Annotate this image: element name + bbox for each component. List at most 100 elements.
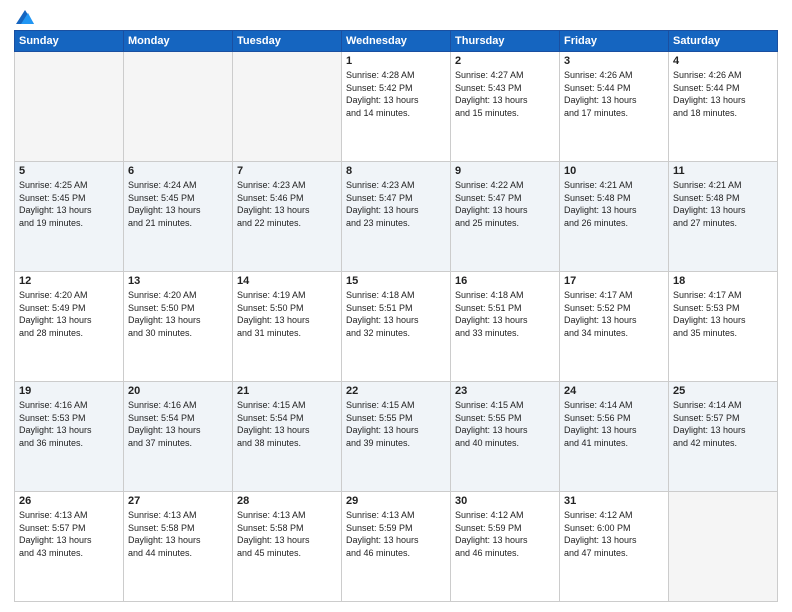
day-info: Sunrise: 4:15 AM Sunset: 5:54 PM Dayligh…: [237, 399, 337, 449]
calendar-cell: 22 Sunrise: 4:15 AM Sunset: 5:55 PM Dayli…: [342, 382, 451, 492]
day-info: Sunrise: 4:13 AM Sunset: 5:58 PM Dayligh…: [128, 509, 228, 559]
day-info: Sunrise: 4:15 AM Sunset: 5:55 PM Dayligh…: [455, 399, 555, 449]
calendar-cell: 9 Sunrise: 4:22 AM Sunset: 5:47 PM Daylig…: [451, 162, 560, 272]
day-number: 18: [673, 275, 773, 287]
calendar-cell: 20 Sunrise: 4:16 AM Sunset: 5:54 PM Dayli…: [124, 382, 233, 492]
calendar-cell: 6 Sunrise: 4:24 AM Sunset: 5:45 PM Daylig…: [124, 162, 233, 272]
calendar-cell: 18 Sunrise: 4:17 AM Sunset: 5:53 PM Dayli…: [669, 272, 778, 382]
day-number: 7: [237, 165, 337, 177]
calendar-cell: 24Sunrise: 4:14 AM Sunset: 5:56 PM Dayli…: [560, 382, 669, 492]
day-info: Sunrise: 4:20 AM Sunset: 5:50 PM Dayligh…: [128, 289, 228, 339]
day-info: Sunrise: 4:16 AM Sunset: 5:54 PM Dayligh…: [128, 399, 228, 449]
calendar-cell: [669, 492, 778, 602]
calendar-cell: 15Sunrise: 4:18 AM Sunset: 5:51 PM Dayli…: [342, 272, 451, 382]
day-number: 5: [19, 165, 119, 177]
day-info: Sunrise: 4:14 AM Sunset: 5:57 PM Dayligh…: [673, 399, 773, 449]
calendar-week-row: 12 Sunrise: 4:20 AM Sunset: 5:49 PM Dayli…: [15, 272, 778, 382]
day-number: 28: [237, 495, 337, 507]
calendar-cell: 30 Sunrise: 4:12 AM Sunset: 5:59 PM Dayli…: [451, 492, 560, 602]
day-number: 8: [346, 165, 446, 177]
calendar-cell: 29 Sunrise: 4:13 AM Sunset: 5:59 PM Dayli…: [342, 492, 451, 602]
day-info: Sunrise: 4:13 AM Sunset: 5:57 PM Dayligh…: [19, 509, 119, 559]
calendar-cell: [15, 52, 124, 162]
calendar-cell: 23 Sunrise: 4:15 AM Sunset: 5:55 PM Dayli…: [451, 382, 560, 492]
header: [14, 10, 778, 24]
calendar-cell: 14 Sunrise: 4:19 AM Sunset: 5:50 PM Dayli…: [233, 272, 342, 382]
calendar-cell: 31Sunrise: 4:12 AM Sunset: 6:00 PM Dayli…: [560, 492, 669, 602]
logo: [14, 10, 34, 24]
day-info: Sunrise: 4:22 AM Sunset: 5:47 PM Dayligh…: [455, 179, 555, 229]
day-number: 20: [128, 385, 228, 397]
calendar-cell: 21Sunrise: 4:15 AM Sunset: 5:54 PM Dayli…: [233, 382, 342, 492]
calendar-cell: [233, 52, 342, 162]
calendar-cell: 27 Sunrise: 4:13 AM Sunset: 5:58 PM Dayli…: [124, 492, 233, 602]
calendar-table: SundayMondayTuesdayWednesdayThursdayFrid…: [14, 30, 778, 602]
calendar-cell: 5 Sunrise: 4:25 AM Sunset: 5:45 PM Daylig…: [15, 162, 124, 272]
day-number: 22: [346, 385, 446, 397]
day-info: Sunrise: 4:13 AM Sunset: 5:58 PM Dayligh…: [237, 509, 337, 559]
day-number: 27: [128, 495, 228, 507]
calendar-cell: 2 Sunrise: 4:27 AM Sunset: 5:43 PM Daylig…: [451, 52, 560, 162]
day-number: 12: [19, 275, 119, 287]
calendar-cell: 25 Sunrise: 4:14 AM Sunset: 5:57 PM Dayli…: [669, 382, 778, 492]
day-number: 23: [455, 385, 555, 397]
day-number: 29: [346, 495, 446, 507]
day-info: Sunrise: 4:26 AM Sunset: 5:44 PM Dayligh…: [564, 69, 664, 119]
day-info: Sunrise: 4:16 AM Sunset: 5:53 PM Dayligh…: [19, 399, 119, 449]
day-number: 25: [673, 385, 773, 397]
day-number: 30: [455, 495, 555, 507]
day-info: Sunrise: 4:26 AM Sunset: 5:44 PM Dayligh…: [673, 69, 773, 119]
calendar-week-row: 1Sunrise: 4:28 AM Sunset: 5:42 PM Daylig…: [15, 52, 778, 162]
day-info: Sunrise: 4:18 AM Sunset: 5:51 PM Dayligh…: [455, 289, 555, 339]
day-info: Sunrise: 4:23 AM Sunset: 5:46 PM Dayligh…: [237, 179, 337, 229]
day-info: Sunrise: 4:12 AM Sunset: 5:59 PM Dayligh…: [455, 509, 555, 559]
day-info: Sunrise: 4:15 AM Sunset: 5:55 PM Dayligh…: [346, 399, 446, 449]
day-info: Sunrise: 4:23 AM Sunset: 5:47 PM Dayligh…: [346, 179, 446, 229]
day-info: Sunrise: 4:18 AM Sunset: 5:51 PM Dayligh…: [346, 289, 446, 339]
calendar-cell: 7 Sunrise: 4:23 AM Sunset: 5:46 PM Daylig…: [233, 162, 342, 272]
day-number: 11: [673, 165, 773, 177]
day-info: Sunrise: 4:24 AM Sunset: 5:45 PM Dayligh…: [128, 179, 228, 229]
day-info: Sunrise: 4:13 AM Sunset: 5:59 PM Dayligh…: [346, 509, 446, 559]
calendar-cell: 28 Sunrise: 4:13 AM Sunset: 5:58 PM Dayli…: [233, 492, 342, 602]
calendar-cell: 13 Sunrise: 4:20 AM Sunset: 5:50 PM Dayli…: [124, 272, 233, 382]
calendar-cell: 26Sunrise: 4:13 AM Sunset: 5:57 PM Dayli…: [15, 492, 124, 602]
calendar-cell: 11Sunrise: 4:21 AM Sunset: 5:48 PM Dayli…: [669, 162, 778, 272]
calendar-week-row: 26Sunrise: 4:13 AM Sunset: 5:57 PM Dayli…: [15, 492, 778, 602]
day-info: Sunrise: 4:17 AM Sunset: 5:53 PM Dayligh…: [673, 289, 773, 339]
calendar-cell: 17Sunrise: 4:17 AM Sunset: 5:52 PM Dayli…: [560, 272, 669, 382]
day-info: Sunrise: 4:21 AM Sunset: 5:48 PM Dayligh…: [564, 179, 664, 229]
calendar-cell: [124, 52, 233, 162]
calendar-cell: 8 Sunrise: 4:23 AM Sunset: 5:47 PM Daylig…: [342, 162, 451, 272]
calendar-cell: 1Sunrise: 4:28 AM Sunset: 5:42 PM Daylig…: [342, 52, 451, 162]
day-number: 10: [564, 165, 664, 177]
day-number: 16: [455, 275, 555, 287]
calendar-cell: 10 Sunrise: 4:21 AM Sunset: 5:48 PM Dayli…: [560, 162, 669, 272]
day-header-friday: Friday: [560, 31, 669, 52]
logo-triangle-icon: [16, 10, 34, 24]
day-number: 13: [128, 275, 228, 287]
day-info: Sunrise: 4:25 AM Sunset: 5:45 PM Dayligh…: [19, 179, 119, 229]
day-number: 14: [237, 275, 337, 287]
day-info: Sunrise: 4:12 AM Sunset: 6:00 PM Dayligh…: [564, 509, 664, 559]
calendar-week-row: 5 Sunrise: 4:25 AM Sunset: 5:45 PM Daylig…: [15, 162, 778, 272]
calendar-cell: 3 Sunrise: 4:26 AM Sunset: 5:44 PM Daylig…: [560, 52, 669, 162]
day-header-thursday: Thursday: [451, 31, 560, 52]
day-number: 19: [19, 385, 119, 397]
day-number: 2: [455, 55, 555, 67]
day-info: Sunrise: 4:14 AM Sunset: 5:56 PM Dayligh…: [564, 399, 664, 449]
day-info: Sunrise: 4:19 AM Sunset: 5:50 PM Dayligh…: [237, 289, 337, 339]
day-number: 3: [564, 55, 664, 67]
day-header-saturday: Saturday: [669, 31, 778, 52]
calendar-cell: 19 Sunrise: 4:16 AM Sunset: 5:53 PM Dayli…: [15, 382, 124, 492]
day-header-tuesday: Tuesday: [233, 31, 342, 52]
day-info: Sunrise: 4:20 AM Sunset: 5:49 PM Dayligh…: [19, 289, 119, 339]
calendar-week-row: 19 Sunrise: 4:16 AM Sunset: 5:53 PM Dayli…: [15, 382, 778, 492]
calendar-cell: 12 Sunrise: 4:20 AM Sunset: 5:49 PM Dayli…: [15, 272, 124, 382]
day-number: 9: [455, 165, 555, 177]
day-info: Sunrise: 4:17 AM Sunset: 5:52 PM Dayligh…: [564, 289, 664, 339]
day-header-sunday: Sunday: [15, 31, 124, 52]
day-number: 1: [346, 55, 446, 67]
day-info: Sunrise: 4:27 AM Sunset: 5:43 PM Dayligh…: [455, 69, 555, 119]
day-number: 6: [128, 165, 228, 177]
